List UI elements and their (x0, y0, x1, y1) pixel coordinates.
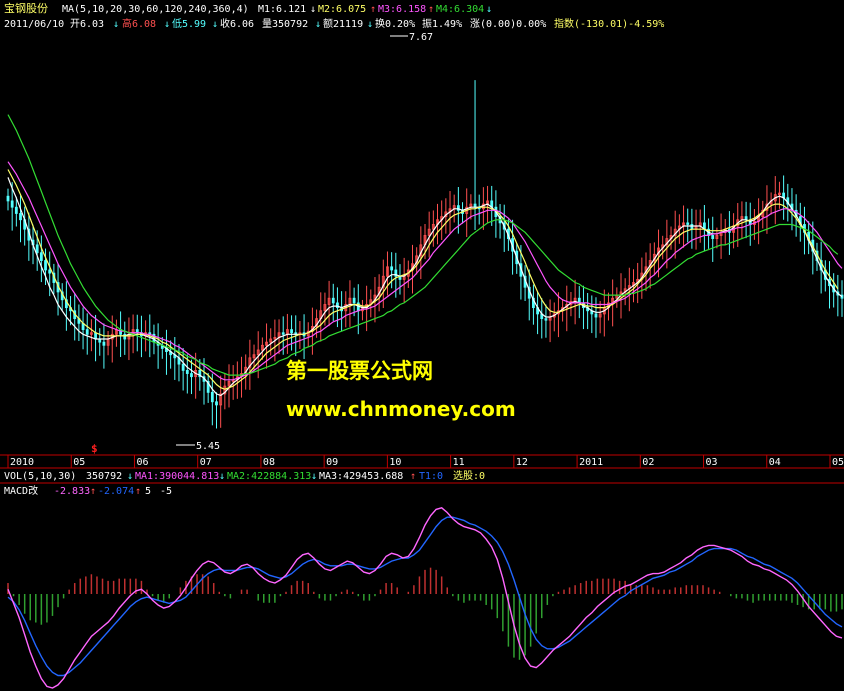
watermark-title: 第一股票公式网 (286, 359, 433, 383)
candle-body (690, 224, 694, 230)
date-tick-label: 11 (453, 457, 465, 468)
candle-body (6, 195, 10, 202)
watermark-url: www.chnmoney.com (286, 397, 516, 421)
candle-body (210, 391, 214, 403)
vol-ma1-down-icon: ↓ (219, 471, 225, 482)
macd-dif-up-icon: ↑ (90, 486, 96, 497)
candle-body (544, 318, 548, 321)
vol-value: 350792 (86, 471, 122, 482)
m3-up-icon: ↑ (428, 4, 434, 15)
quote-open: 开6.03 (70, 19, 104, 30)
max-price-label: 7.67 (409, 32, 433, 43)
candle-body (215, 401, 218, 406)
candle-body (10, 200, 14, 208)
vol-select: 选股:0 (453, 469, 485, 482)
macd-dea-up-icon: ↑ (135, 486, 141, 497)
vol-t1: T1:0 (419, 471, 443, 482)
date-tick-label: 06 (136, 457, 148, 468)
candle-body (39, 252, 43, 261)
vol-ma1: MA1:390044.813 (135, 471, 219, 482)
macd-label: MACD改 (4, 484, 38, 497)
quote-volume: 量350792 (262, 18, 308, 30)
volume-down-icon: ↓ (315, 19, 321, 30)
candle-body (102, 341, 106, 346)
quote-index: 指数(-130.01)-4.59% (554, 17, 664, 30)
stock-name: 宝钢股份 (4, 1, 48, 15)
quote-high: 高6.08 (122, 17, 156, 30)
candle-body (19, 213, 22, 221)
macd-dea-line (7, 516, 843, 677)
ma-line-2 (7, 169, 839, 390)
m2-value: M2:6.075 (318, 4, 366, 15)
macd-dif-line (7, 507, 843, 689)
candle-body (594, 313, 598, 318)
quote-date: 2011/06/10 (4, 19, 64, 30)
candle-body (281, 332, 285, 335)
signal-marker: $ (91, 442, 98, 455)
open-down-icon: ↓ (113, 19, 119, 30)
candle-body (94, 332, 97, 340)
macd-pane[interactable] (7, 507, 843, 689)
macd-dif-value: -2.833 (54, 486, 90, 497)
vol-ma2-down-icon: ↓ (311, 471, 317, 482)
date-tick-label: 08 (263, 457, 275, 468)
date-tick-label: 2011 (579, 457, 603, 468)
quote-amplitude: 振1.49% (422, 17, 462, 30)
candle-body (711, 235, 715, 239)
chart-canvas[interactable]: 宝钢股份 MA(5,10,20,30,60,120,240,360,4) M1:… (0, 0, 844, 691)
candle-body (390, 266, 394, 271)
candle-body (185, 369, 189, 374)
vol-ma2: MA2:422884.313 (227, 471, 311, 482)
macd-param-2: -5 (160, 486, 172, 497)
candle-body (331, 297, 335, 304)
m1-value: M1:6.121 (258, 4, 306, 15)
date-axis: 2010 05 06 07 08 09 10 11 12 2011 02 03 04 05 (7, 455, 844, 468)
date-tick-label: 04 (769, 457, 781, 468)
ma-params: MA(5,10,20,30,60,120,240,360,4) (62, 4, 249, 15)
candle-body (48, 269, 52, 274)
date-tick-label: 12 (516, 457, 528, 468)
candle-body (352, 297, 356, 304)
m2-up-icon: ↑ (370, 4, 376, 15)
macd-dea-value: -2.074 (98, 486, 134, 497)
vol-ma3: MA3:429453.688 (319, 471, 403, 482)
candle-body (686, 222, 690, 225)
candle-body (14, 206, 18, 214)
low-down-icon: ↓ (212, 19, 218, 30)
date-tick-label: 2010 (10, 457, 34, 468)
quote-low: 低5.99 (172, 17, 206, 30)
amount-down-icon: ↓ (367, 19, 373, 30)
candle-body (190, 373, 193, 378)
quote-amount: 额21119 (323, 17, 363, 30)
vol-down-icon: ↓ (127, 471, 133, 482)
m1-down-icon: ↓ (310, 4, 316, 15)
candle-body (290, 329, 293, 334)
date-tick-label: 09 (326, 457, 338, 468)
date-tick-label: 10 (389, 457, 401, 468)
candle-body (35, 244, 39, 254)
m4-down-icon: ↓ (486, 4, 492, 15)
date-tick-label: 03 (706, 457, 718, 468)
vol-ma3-up-icon: ↑ (410, 471, 416, 482)
min-price-label: 5.45 (196, 441, 220, 452)
quote-turnover: 换0.20% (375, 17, 415, 30)
macd-param-1: 5 (145, 486, 151, 497)
m4-value: M4:6.304 (436, 4, 484, 15)
chart-window: 宝钢股份 MA(5,10,20,30,60,120,240,360,4) M1:… (0, 0, 844, 691)
m3-value: M3:6.158 (378, 4, 426, 15)
candle-body (44, 260, 47, 271)
candle-body (85, 329, 89, 335)
date-tick-label: 07 (200, 457, 212, 468)
date-tick-label: 05 (73, 457, 85, 468)
vol-label: VOL(5,10,30) (4, 471, 76, 482)
quote-change: 涨(0.00)0.00% (470, 18, 546, 30)
candle-body (181, 363, 185, 371)
high-down-icon: ↓ (164, 19, 170, 30)
date-tick-label: 05 (832, 457, 844, 468)
date-tick-label: 02 (642, 457, 654, 468)
quote-close: 收6.06 (220, 17, 254, 30)
